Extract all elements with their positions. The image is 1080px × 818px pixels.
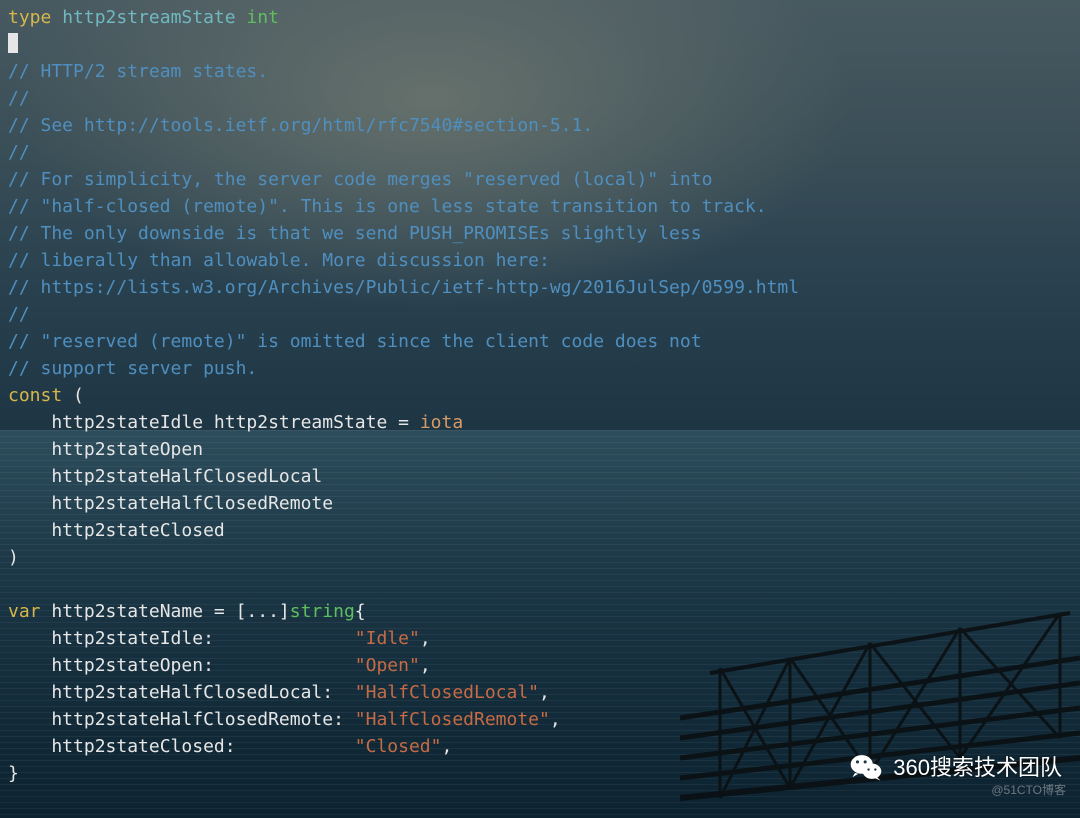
map-val: "Idle" <box>355 628 420 649</box>
const-decl: http2stateOpen <box>8 439 203 460</box>
comment-line: // For simplicity, the server code merge… <box>8 169 712 190</box>
const-decl: http2stateIdle http2streamState = <box>8 412 420 433</box>
rbrace: } <box>8 763 19 784</box>
map-key: http2stateOpen: <box>8 655 355 676</box>
wechat-icon <box>849 750 883 784</box>
map-key: http2stateClosed: <box>8 736 355 757</box>
map-key: http2stateIdle: <box>8 628 355 649</box>
iota: iota <box>420 412 463 433</box>
const-decl: http2stateHalfClosedRemote <box>8 493 333 514</box>
map-val: "Open" <box>355 655 420 676</box>
comma: , <box>539 682 550 703</box>
comment-line: // <box>8 304 30 325</box>
code-block: type http2streamState int // HTTP/2 stre… <box>0 0 1080 818</box>
type-name: http2streamState <box>51 7 246 28</box>
keyword-const: const <box>8 385 62 406</box>
type-int: int <box>246 7 279 28</box>
comment-line: // <box>8 142 30 163</box>
map-val: "HalfClosedRemote" <box>355 709 550 730</box>
sub-watermark: @51CTO博客 <box>991 777 1066 804</box>
comma: , <box>550 709 561 730</box>
const-decl: http2stateClosed <box>8 520 225 541</box>
lparen: ( <box>62 385 84 406</box>
keyword-type: type <box>8 7 51 28</box>
comma: , <box>441 736 452 757</box>
comment-line: // <box>8 88 30 109</box>
map-val: "Closed" <box>355 736 442 757</box>
comment-line: // "reserved (remote)" is omitted since … <box>8 331 702 352</box>
comment-line: // See http://tools.ietf.org/html/rfc754… <box>8 115 593 136</box>
map-key: http2stateHalfClosedLocal: <box>8 682 355 703</box>
type-string: string <box>290 601 355 622</box>
comment-line: // liberally than allowable. More discus… <box>8 250 550 271</box>
map-key: http2stateHalfClosedRemote: <box>8 709 355 730</box>
comment-line: // "half-closed (remote)". This is one l… <box>8 196 767 217</box>
lbrace: { <box>355 601 366 622</box>
comment-line: // HTTP/2 stream states. <box>8 61 268 82</box>
var-name: http2stateName = [...] <box>41 601 290 622</box>
rparen: ) <box>8 547 19 568</box>
comment-line: // https://lists.w3.org/Archives/Public/… <box>8 277 799 298</box>
comment-line: // support server push. <box>8 358 257 379</box>
const-decl: http2stateHalfClosedLocal <box>8 466 322 487</box>
map-val: "HalfClosedLocal" <box>355 682 539 703</box>
comma: , <box>420 655 431 676</box>
comma: , <box>420 628 431 649</box>
keyword-var: var <box>8 601 41 622</box>
text-cursor <box>8 33 18 53</box>
comment-line: // The only downside is that we send PUS… <box>8 223 702 244</box>
